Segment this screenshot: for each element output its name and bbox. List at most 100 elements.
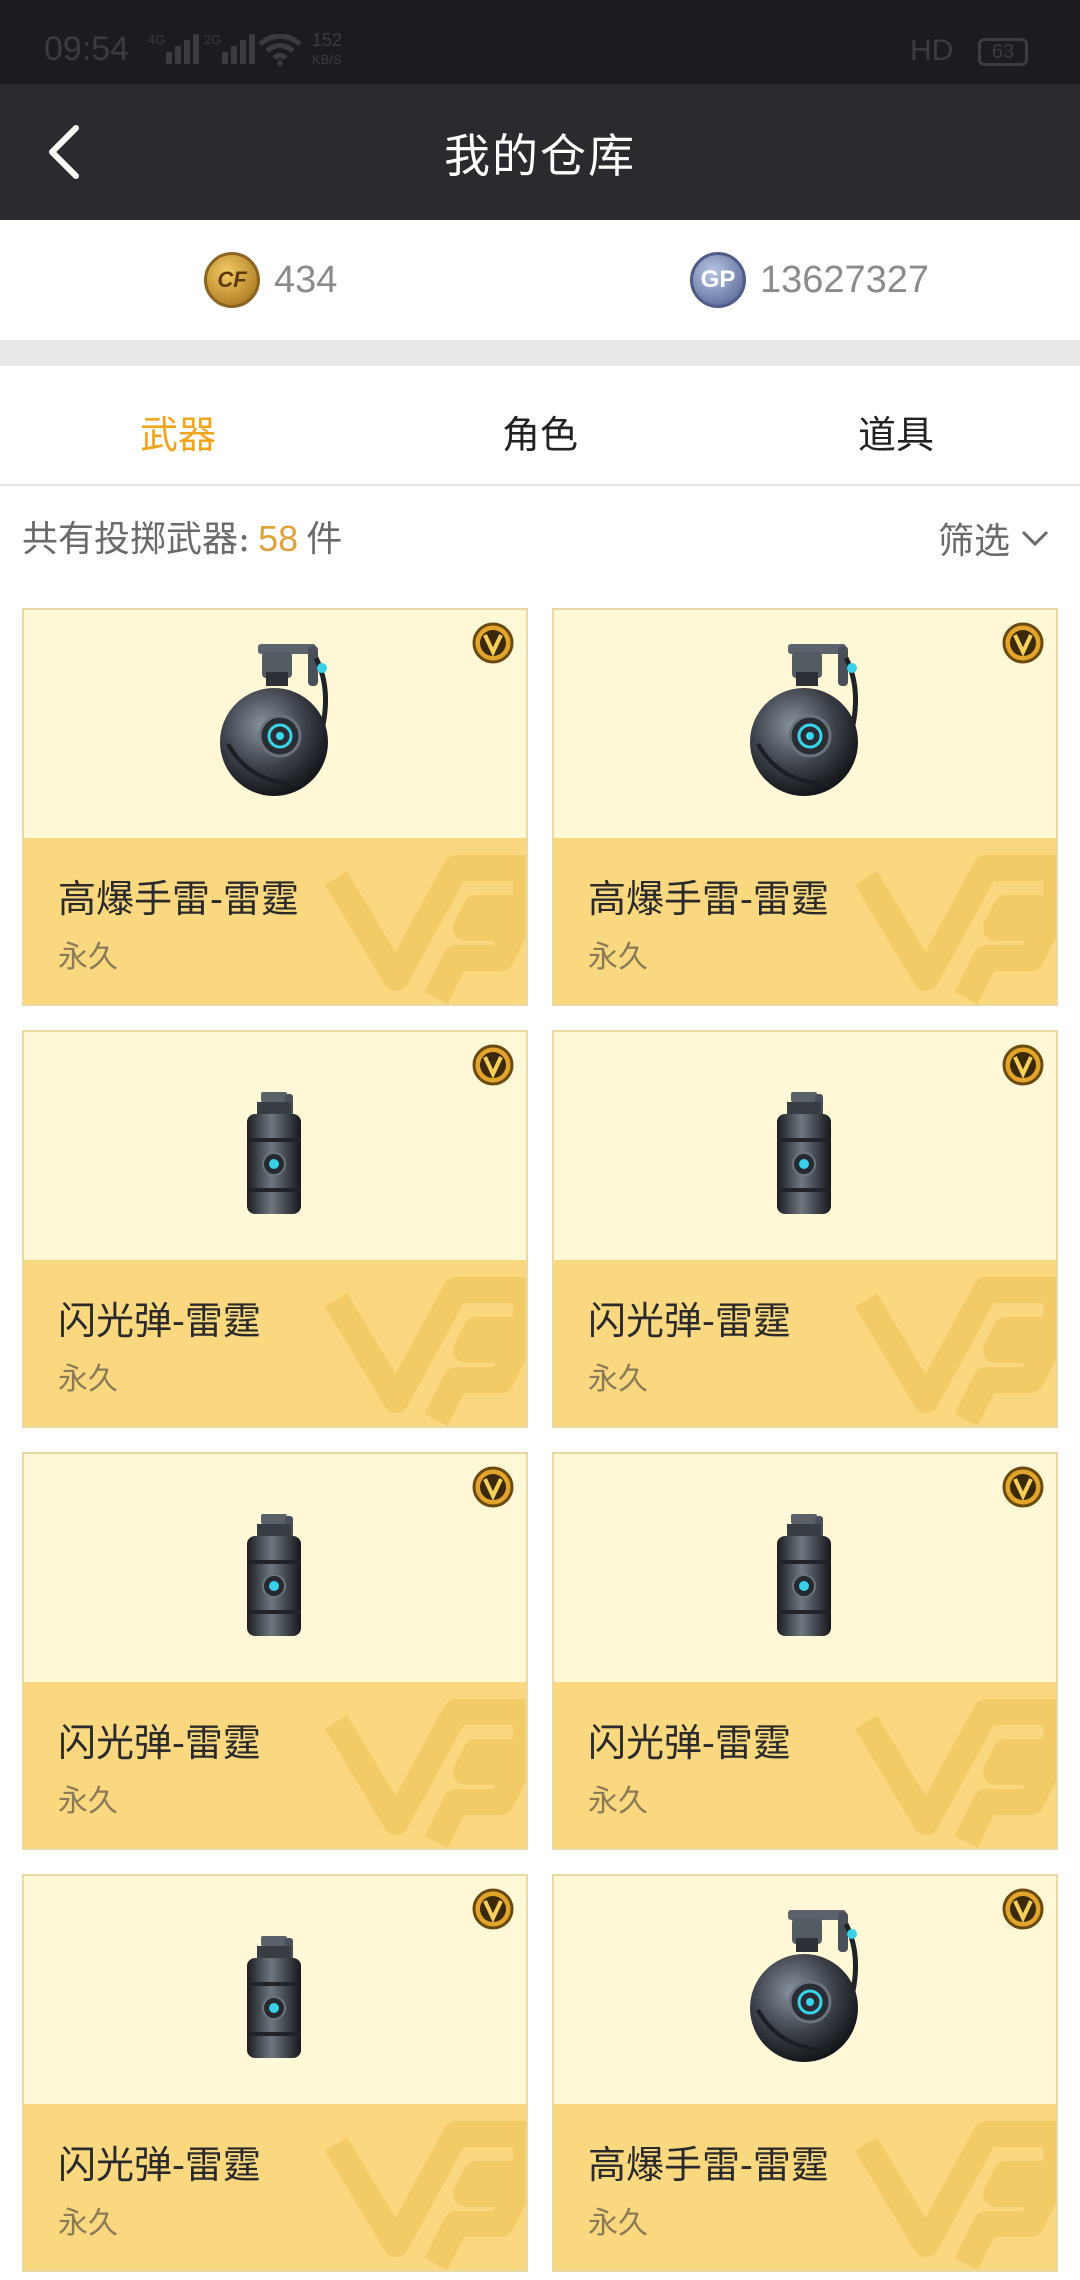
vip-badge-icon [472,1888,514,1930]
item-image-area [554,610,1056,838]
item-card[interactable]: 闪光弹-雷霆 永久 [22,1874,528,2272]
weapon-image [235,1510,315,1644]
filter-button[interactable]: 筛选 [938,512,1050,564]
weapon-image [730,1900,880,2074]
cf-balance: CF 434 [204,250,337,310]
item-card[interactable]: 闪光弹-雷霆 永久 [552,1030,1058,1428]
cf-watermark-icon [326,1699,526,1848]
item-image-area [554,1454,1056,1682]
cf-watermark-icon [856,2121,1056,2270]
category-tabs: 武器 角色 道具 [0,366,1080,486]
item-card[interactable]: 高爆手雷-雷霆 永久 [22,608,528,1006]
weapon-image [730,634,880,808]
item-image-area [24,1876,526,2104]
net-speed-unit: KB/S [312,52,342,67]
chevron-down-icon [1021,530,1049,547]
filter-label: 筛选 [938,521,1011,562]
item-info-area: 高爆手雷-雷霆 永久 [24,838,526,1004]
flashbang-icon [777,1092,831,1214]
item-image-area [554,1876,1056,2104]
cf-value: 434 [274,258,338,301]
item-image-area [24,1454,526,1682]
item-info-area: 闪光弹-雷霆 永久 [24,1682,526,1848]
status-time: 09:54 [44,30,130,68]
vip-badge-icon [472,1466,514,1508]
vip-badge-icon [472,622,514,664]
item-card[interactable]: 闪光弹-雷霆 永久 [552,1452,1058,1850]
cf-watermark-icon [326,855,526,1004]
item-card[interactable]: 闪光弹-雷霆 永久 [22,1030,528,1428]
vip-badge-icon [1002,1888,1044,1930]
item-duration: 永久 [588,940,648,975]
item-duration: 永久 [58,1784,118,1819]
flashbang-icon [777,1514,831,1636]
tab-characters[interactable]: 角色 [502,404,578,459]
item-duration: 永久 [58,940,118,975]
item-duration: 永久 [588,1362,648,1397]
vip-badge-icon [1002,1044,1044,1086]
item-grid: 高爆手雷-雷霆 永久 高爆手雷-雷霆 永久 闪光弹-雷霆 永久 闪光弹-雷霆 永… [22,608,1058,2272]
app-header: 我的仓库 [0,84,1080,220]
net-type-1: 4G [148,32,166,47]
grenade-icon [750,1910,858,2062]
vip-badge-icon [1002,1466,1044,1508]
item-image-area [24,610,526,838]
gp-balance: GP 13627327 [690,250,929,310]
item-info-area: 闪光弹-雷霆 永久 [24,1260,526,1426]
grenade-icon [220,644,328,796]
item-info-area: 高爆手雷-雷霆 永久 [554,2104,1056,2270]
wifi-icon [258,34,302,66]
currency-bar: CF 434 GP 13627327 [0,220,1080,340]
item-name: 闪光弹-雷霆 [588,1721,791,1765]
item-duration: 永久 [58,1362,118,1397]
item-name: 高爆手雷-雷霆 [58,877,299,921]
weapon-image [765,1088,845,1222]
cf-watermark-icon [326,1277,526,1426]
item-name: 高爆手雷-雷霆 [588,2143,829,2187]
gp-coin-icon: GP [690,252,746,308]
net-speed-value: 152 [312,30,343,50]
item-duration: 永久 [58,2206,118,2241]
item-info-area: 闪光弹-雷霆 永久 [554,1260,1056,1426]
item-name: 闪光弹-雷霆 [58,2143,261,2187]
battery-level: 63 [991,41,1015,63]
vip-badge-icon [472,1044,514,1086]
status-bar: 09:54 4G 2G 152 KB/S HD 63 [0,0,1080,84]
signal-icon-2 [222,32,255,64]
item-count-summary: 共有投掷武器: 58 件 [22,510,342,562]
cf-coin-icon: CF [204,252,260,308]
item-image-area [554,1032,1056,1260]
flashbang-icon [247,1514,301,1636]
item-duration: 永久 [588,1784,648,1819]
tab-props[interactable]: 道具 [858,404,934,459]
cf-watermark-icon [856,1277,1056,1426]
net-type-2: 2G [204,32,222,47]
grenade-icon [750,644,858,796]
item-name: 闪光弹-雷霆 [58,1721,261,1765]
item-card[interactable]: 高爆手雷-雷霆 永久 [552,1874,1058,2272]
tab-weapons[interactable]: 武器 [140,404,216,459]
weapon-image [235,1932,315,2066]
weapon-image [200,634,350,808]
item-image-area [24,1032,526,1260]
item-info-area: 闪光弹-雷霆 永久 [24,2104,526,2270]
cf-watermark-icon [856,855,1056,1004]
vip-badge-icon [1002,622,1044,664]
hd-indicator: HD [910,34,954,67]
item-card[interactable]: 闪光弹-雷霆 永久 [22,1452,528,1850]
summary-suffix: 件 [306,519,343,560]
item-name: 高爆手雷-雷霆 [588,877,829,921]
item-card[interactable]: 高爆手雷-雷霆 永久 [552,608,1058,1006]
item-info-area: 高爆手雷-雷霆 永久 [554,838,1056,1004]
item-name: 闪光弹-雷霆 [58,1299,261,1343]
battery-icon: 63 [978,38,1028,66]
item-name: 闪光弹-雷霆 [588,1299,791,1343]
page-title: 我的仓库 [444,129,636,183]
weapon-image [235,1088,315,1222]
signal-icon [166,32,199,64]
cf-watermark-icon [326,2121,526,2270]
summary-prefix: 共有投掷武器: [22,519,251,560]
summary-count: 58 [258,518,299,559]
item-duration: 永久 [588,2206,648,2241]
section-divider [0,340,1080,366]
